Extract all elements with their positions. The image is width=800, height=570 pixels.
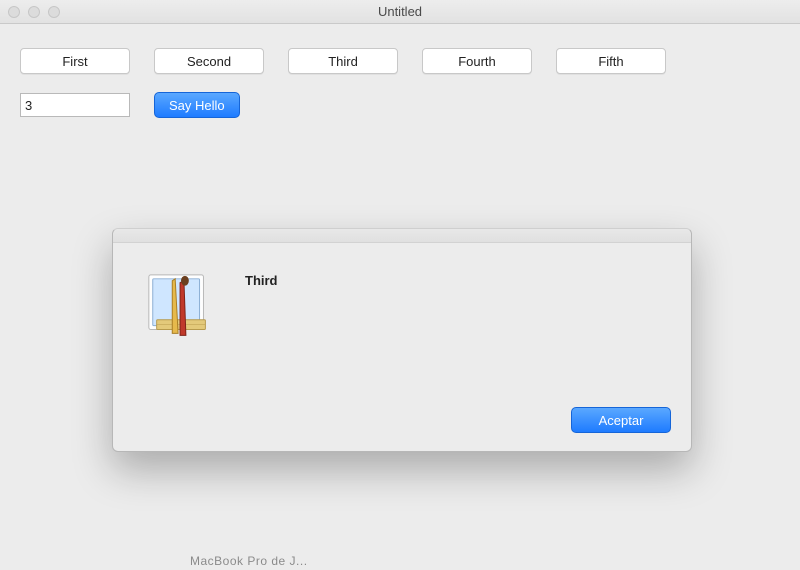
application-icon <box>143 271 221 349</box>
close-icon[interactable] <box>8 6 20 18</box>
sheet-footer: Aceptar <box>571 407 671 433</box>
say-hello-button[interactable]: Say Hello <box>154 92 240 118</box>
minimize-icon[interactable] <box>28 6 40 18</box>
sheet-body: Third <box>113 243 691 361</box>
window-title: Untitled <box>8 4 792 19</box>
fifth-button[interactable]: Fifth <box>556 48 666 74</box>
third-button[interactable]: Third <box>288 48 398 74</box>
first-button[interactable]: First <box>20 48 130 74</box>
window-controls <box>8 6 60 18</box>
window-titlebar: Untitled <box>0 0 800 24</box>
accept-button[interactable]: Aceptar <box>571 407 671 433</box>
alert-sheet: Third Aceptar <box>112 228 692 452</box>
index-input[interactable] <box>20 93 130 117</box>
button-row: First Second Third Fourth Fifth <box>20 48 780 74</box>
zoom-icon[interactable] <box>48 6 60 18</box>
sheet-header <box>113 229 691 243</box>
fourth-button[interactable]: Fourth <box>422 48 532 74</box>
alert-message: Third <box>245 271 278 349</box>
background-window-peek: MacBook Pro de J... <box>190 554 308 568</box>
second-button[interactable]: Second <box>154 48 264 74</box>
input-row: Say Hello <box>20 92 780 118</box>
